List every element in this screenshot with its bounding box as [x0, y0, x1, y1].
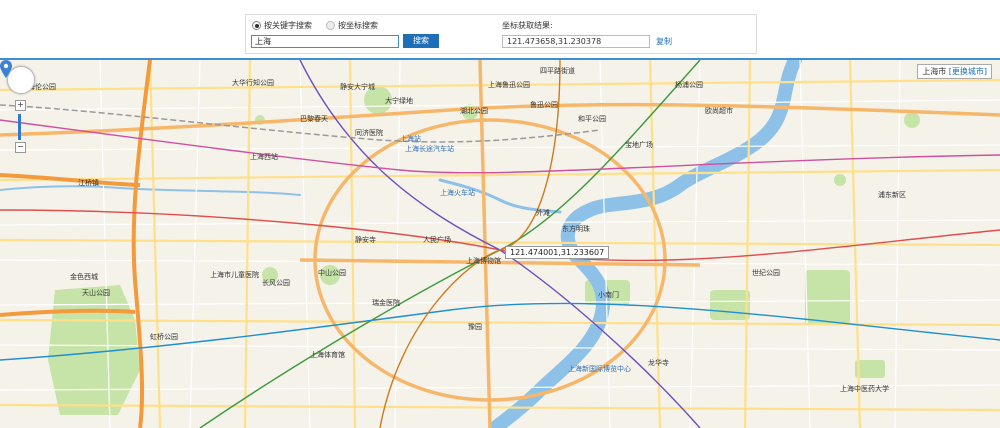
map-label: 宝地广场: [625, 141, 653, 149]
map-label: 湖北公园: [460, 107, 488, 115]
change-city-link[interactable]: [更换城市]: [949, 67, 987, 76]
search-button[interactable]: 搜索: [403, 34, 439, 48]
map-label: 金色西城: [70, 273, 98, 281]
map-label: 中山公园: [318, 269, 346, 277]
map-label: 小南门: [598, 291, 619, 299]
coordinate-mode-radio[interactable]: 按坐标搜索: [326, 20, 378, 31]
map-label: 静安大宁城: [340, 83, 375, 91]
map-label: 同济医院: [355, 129, 383, 137]
search-panel: 按关键字搜索 按坐标搜索 上海 搜索 坐标获取结果: 121.473658,31…: [245, 14, 757, 54]
location-marker-icon[interactable]: [0, 60, 12, 78]
map-label: 上海鲁迅公园: [488, 81, 530, 89]
keyword-mode-radio[interactable]: 按关键字搜索: [252, 20, 312, 31]
map-label: 世纪公园: [752, 269, 780, 277]
map-label: 龙华寺: [648, 359, 669, 367]
map-label: 巴黎春天: [300, 115, 328, 123]
radio-checked-icon: [252, 21, 261, 30]
arterial-roads: [0, 60, 1000, 428]
map-label: 杨浦公园: [675, 81, 703, 89]
map-label: 大华行知公园: [232, 79, 274, 87]
zoom-out-icon[interactable]: −: [15, 142, 26, 153]
map-label: 瑞金医院: [372, 299, 400, 307]
coordinate-tooltip: 121.474001,31.233607: [505, 246, 610, 259]
map-label: 外滩: [536, 209, 550, 217]
map-label: 和平公园: [578, 115, 606, 123]
top-search-bar: 按关键字搜索 按坐标搜索 上海 搜索 坐标获取结果: 121.473658,31…: [0, 0, 1000, 60]
map-label: 上海长途汽车站: [405, 145, 454, 153]
copy-link[interactable]: 复制: [656, 36, 672, 47]
keyword-mode-label: 按关键字搜索: [264, 21, 312, 30]
map-label: 虹桥公园: [150, 333, 178, 341]
map-label: 鲁迅公园: [530, 101, 558, 109]
map-label: 天山公园: [82, 289, 110, 297]
map-label: 浦东新区: [878, 191, 906, 199]
map-label: 上海体育馆: [310, 351, 345, 359]
map-label: 人民广场: [423, 236, 451, 244]
map-label: 东方明珠: [562, 225, 590, 233]
map-canvas[interactable]: 海伦公园 四平路街道 大华行知公园 静安大宁城 上海鲁迅公园 大宁绿地 湖北公园…: [0, 60, 1000, 428]
map-label: 四平路街道: [540, 67, 575, 75]
coordinate-mode-label: 按坐标搜索: [338, 21, 378, 30]
result-label: 坐标获取结果:: [502, 21, 553, 30]
map-label: 欧尚超市: [705, 107, 733, 115]
keyword-input[interactable]: 上海: [251, 35, 399, 48]
city-switcher: 上海市 [更换城市]: [917, 64, 992, 79]
map-label: 江桥镇: [78, 179, 99, 187]
map-label: 静安寺: [355, 236, 376, 244]
map-label: 上海火车站: [440, 189, 475, 197]
radio-unchecked-icon: [326, 21, 335, 30]
zoom-slider[interactable]: [18, 114, 21, 140]
map-base: [0, 60, 1000, 428]
map-label: 上海市儿童医院: [210, 271, 259, 279]
search-mode-group: 按关键字搜索 按坐标搜索: [252, 20, 378, 31]
map-label: 豫园: [468, 323, 482, 331]
current-city: 上海市: [922, 67, 947, 76]
map-label: 上海中医药大学: [840, 385, 889, 393]
coordinate-result-field[interactable]: 121.473658,31.230378: [502, 35, 650, 48]
zoom-in-icon[interactable]: +: [15, 100, 26, 111]
map-label: 上海新国际博览中心: [568, 365, 631, 373]
map-label: 长风公园: [262, 279, 290, 287]
map-label: 上海站: [400, 135, 421, 143]
map-label: 上海西站: [250, 153, 278, 161]
map-label: 大宁绿地: [385, 97, 413, 105]
map-label: 上海博物馆: [466, 257, 501, 265]
